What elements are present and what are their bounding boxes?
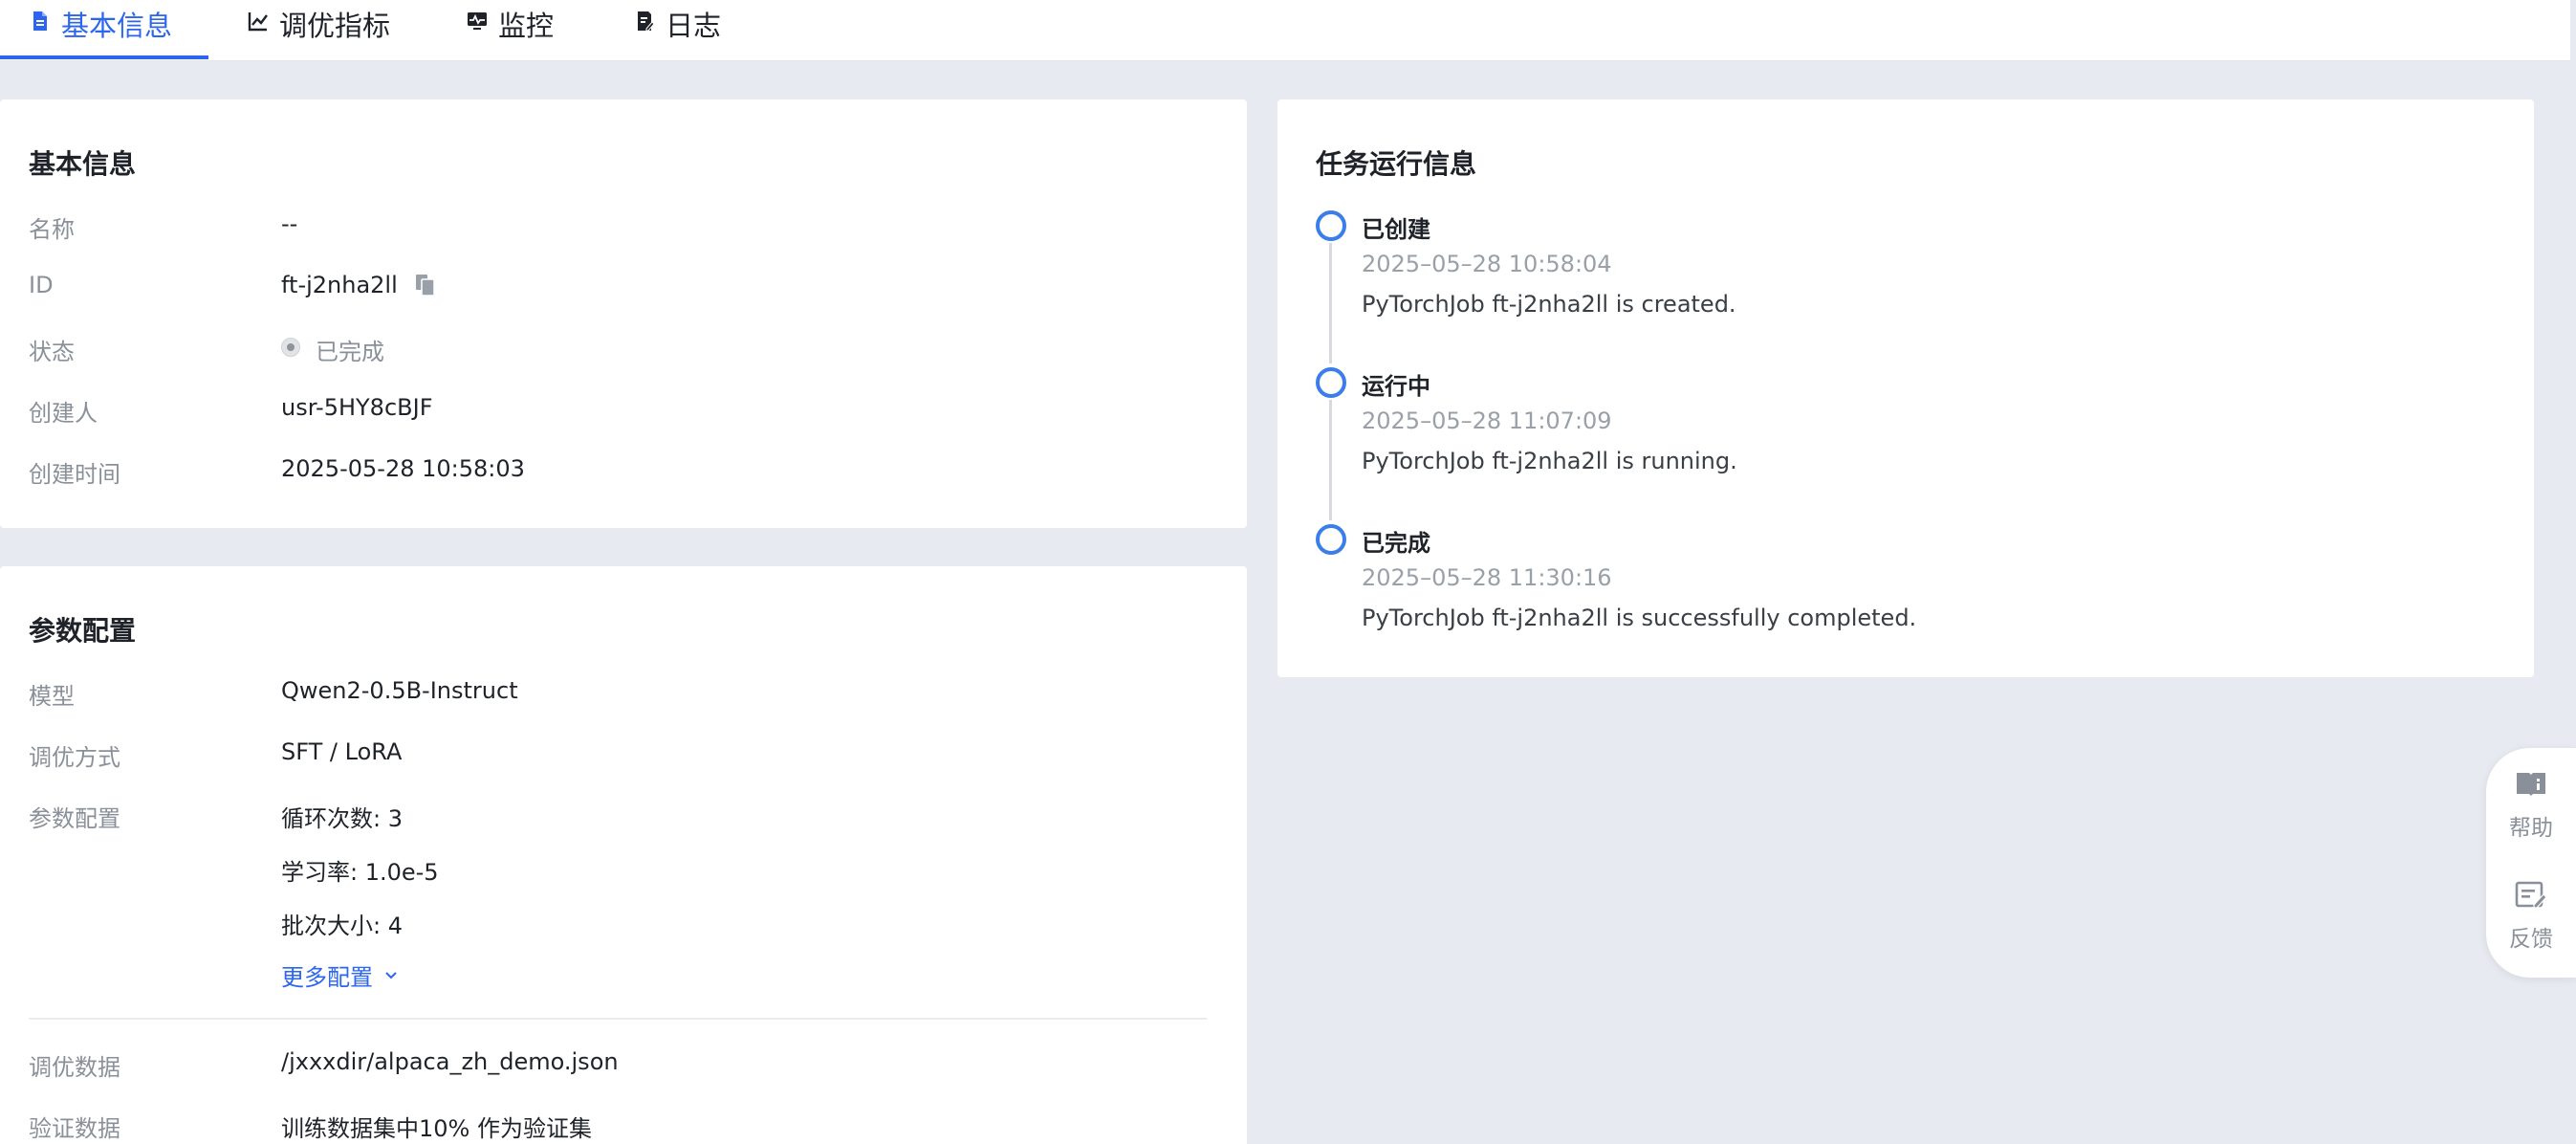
status-label: 状态 [29, 339, 75, 365]
tab-logs[interactable]: 日志 [633, 0, 721, 61]
active-tab-indicator [0, 55, 208, 59]
copy-icon[interactable] [415, 274, 436, 297]
status-badge: 已完成 [316, 339, 384, 365]
val-data-label: 验证数据 [29, 1115, 120, 1142]
creator-label: 创建人 [29, 400, 98, 427]
timeline-event-time: 2025–05–28 11:30:16 [1362, 564, 1612, 591]
timeline-event-desc: PyTorchJob ft-j2nha2ll is successfully c… [1362, 605, 1917, 631]
params-title: 参数配置 [29, 615, 137, 647]
task-run-title: 任务运行信息 [1316, 148, 1477, 180]
basic-info-card: 基本信息 名称 -- ID ft-j2nha2ll 状态 已完成 创建人 usr… [0, 99, 1247, 528]
timeline-connector [1329, 400, 1332, 520]
book-icon [2517, 773, 2545, 797]
creator-value: usr-5HY8cBJF [281, 394, 433, 421]
timeline-event-time: 2025–05–28 10:58:04 [1362, 251, 1612, 277]
more-config-link[interactable]: 更多配置 [281, 958, 400, 992]
divider [29, 1018, 1207, 1020]
timeline-event-desc: PyTorchJob ft-j2nha2ll is created. [1362, 291, 1736, 318]
chevron-down-icon [385, 971, 397, 979]
tab-monitor[interactable]: 监控 [466, 0, 554, 61]
method-label: 调优方式 [29, 744, 120, 771]
train-data-label: 调优数据 [29, 1054, 120, 1081]
timeline-event-time: 2025–05–28 11:07:09 [1362, 407, 1612, 434]
tab-label: 基本信息 [61, 10, 173, 42]
monitor-icon [468, 12, 487, 30]
tab-tuning-metrics[interactable]: 调优指标 [247, 0, 390, 61]
id-label: ID [29, 272, 54, 298]
timeline-node-running [1316, 367, 1346, 398]
more-config-label: 更多配置 [281, 964, 373, 991]
name-label: 名称 [29, 216, 75, 243]
log-icon [638, 11, 655, 32]
feedback-button[interactable]: 反馈 [2486, 880, 2576, 953]
config-label: 参数配置 [29, 805, 120, 832]
model-value: Qwen2-0.5B-Instruct [281, 677, 518, 704]
config-item-epochs: 循环次数: 3 [281, 805, 403, 832]
help-label: 帮助 [2509, 816, 2553, 841]
timeline-event-desc: PyTorchJob ft-j2nha2ll is running. [1362, 448, 1737, 474]
created-at-label: 创建时间 [29, 461, 120, 488]
timeline-event-title: 已创建 [1362, 216, 1430, 243]
config-item-learning-rate: 学习率: 1.0e-5 [281, 859, 439, 886]
tab-label: 日志 [666, 10, 722, 42]
basic-info-title: 基本信息 [29, 148, 137, 180]
help-button[interactable]: 帮助 [2486, 769, 2576, 842]
tab-bar: 基本信息 调优指标 监控 日志 [0, 0, 2570, 61]
model-label: 模型 [29, 683, 75, 710]
timeline-event-title: 已完成 [1362, 530, 1430, 557]
created-at-value: 2025-05-28 10:58:03 [281, 455, 525, 482]
timeline-connector [1329, 243, 1332, 363]
feedback-label: 反馈 [2509, 927, 2553, 952]
status-dot [281, 338, 300, 357]
timeline-event-title: 运行中 [1362, 373, 1430, 400]
method-value: SFT / LoRA [281, 738, 403, 765]
tab-basic-info[interactable]: 基本信息 [29, 0, 172, 61]
document-icon [33, 11, 47, 31]
name-value: -- [281, 210, 298, 237]
timeline-node-completed [1316, 524, 1346, 555]
floating-side-panel: 帮助 反馈 [2486, 748, 2576, 978]
config-item-batch-size: 批次大小: 4 [281, 913, 403, 939]
timeline-node-created [1316, 210, 1346, 241]
tab-label: 监控 [498, 10, 555, 42]
id-value: ft-j2nha2ll [281, 272, 398, 298]
task-run-card: 任务运行信息 已创建 2025–05–28 10:58:04 PyTorchJo… [1277, 99, 2534, 677]
feedback-icon [2515, 881, 2547, 909]
val-data-value: 训练数据集中10% 作为验证集 [281, 1115, 592, 1142]
tab-label: 调优指标 [279, 10, 391, 42]
line-chart-icon [248, 12, 268, 32]
params-card: 参数配置 模型 Qwen2-0.5B-Instruct 调优方式 SFT / L… [0, 566, 1247, 1144]
train-data-value: /jxxxdir/alpaca_zh_demo.json [281, 1048, 619, 1075]
